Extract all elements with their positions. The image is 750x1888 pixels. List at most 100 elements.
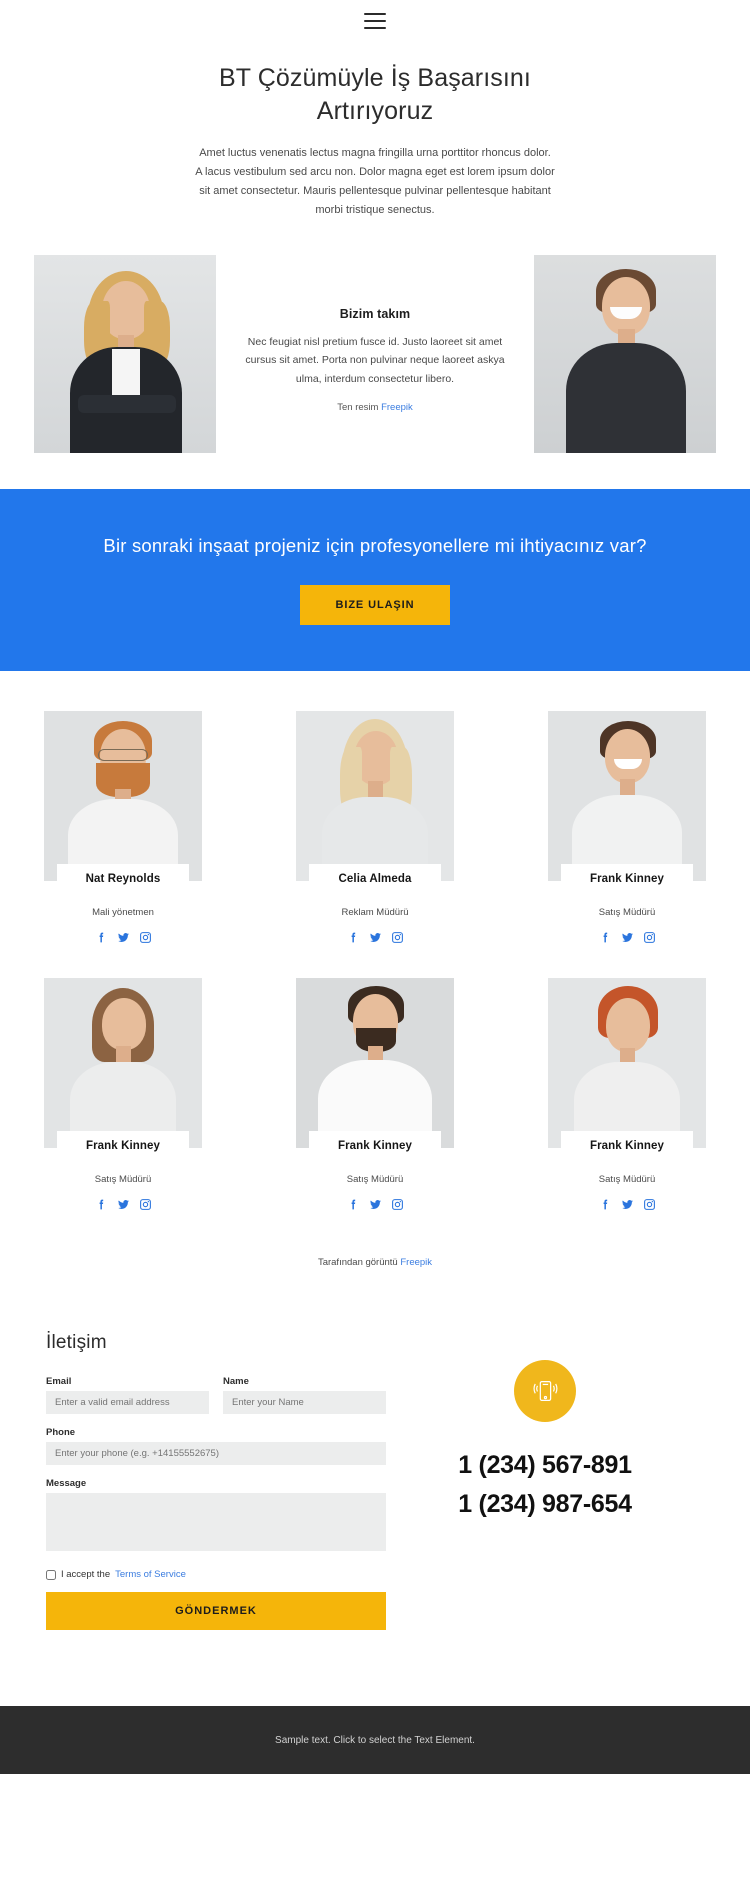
member-role: Mali yönetmen bbox=[92, 907, 154, 919]
member-role: Satış Müdürü bbox=[598, 1174, 656, 1186]
member-social-links bbox=[548, 1198, 706, 1211]
contact-us-button[interactable]: BIZE ULAŞIN bbox=[299, 585, 451, 626]
cta-heading: Bir sonraki inşaat projeniz için profesy… bbox=[103, 534, 647, 556]
facebook-icon[interactable] bbox=[95, 931, 108, 944]
twitter-icon[interactable] bbox=[369, 1198, 382, 1211]
member-photo-wrap: Frank Kinney bbox=[548, 978, 706, 1161]
team-credit-link[interactable]: Freepik bbox=[400, 1257, 432, 1268]
phone-field-group: Phone bbox=[46, 1427, 386, 1466]
intro-credit-link[interactable]: Freepik bbox=[381, 402, 413, 413]
member-portrait-photo bbox=[548, 711, 706, 882]
instagram-icon[interactable] bbox=[643, 931, 656, 944]
team-credit: Tarafından görüntü Freepik bbox=[44, 1223, 706, 1268]
team-member-card[interactable]: Frank Kinney Satış Müdürü bbox=[548, 711, 706, 944]
member-photo-wrap: Frank Kinney bbox=[548, 711, 706, 894]
member-name-plate: Nat Reynolds bbox=[57, 864, 189, 894]
facebook-icon[interactable] bbox=[347, 931, 360, 944]
member-role: Satış Müdürü bbox=[598, 907, 656, 919]
member-photo-wrap: Celia Almeda bbox=[296, 711, 454, 894]
cta-banner: Bir sonraki inşaat projeniz için profesy… bbox=[0, 488, 750, 672]
team-member-card[interactable]: Frank Kinney Satış Müdürü bbox=[548, 978, 706, 1211]
member-social-links bbox=[296, 1198, 454, 1211]
top-navigation-bar bbox=[0, 0, 750, 42]
email-label: Email bbox=[46, 1376, 72, 1388]
contact-field-row: Email Name bbox=[46, 1376, 386, 1427]
facebook-icon[interactable] bbox=[95, 1198, 108, 1211]
instagram-icon[interactable] bbox=[139, 931, 152, 944]
intro-heading: Bizim takım bbox=[339, 306, 411, 321]
member-social-links bbox=[44, 931, 202, 944]
page-title: BT Çözümüyle İş Başarısını Artırıyoruz bbox=[219, 64, 531, 125]
terms-of-service-link[interactable]: Terms of Service bbox=[115, 1569, 186, 1580]
team-member-card[interactable]: Nat Reynolds Mali yönetmen bbox=[44, 711, 202, 944]
member-role: Reklam Müdürü bbox=[341, 907, 409, 919]
member-photo-wrap: Frank Kinney bbox=[44, 978, 202, 1161]
phone-input[interactable] bbox=[46, 1442, 386, 1466]
member-social-links bbox=[296, 931, 454, 944]
member-social-links bbox=[548, 931, 706, 944]
contact-section: İletişim Email Name Phone Message bbox=[0, 1268, 750, 1631]
accept-terms-checkbox[interactable] bbox=[46, 1569, 56, 1580]
facebook-icon[interactable] bbox=[347, 1198, 360, 1211]
member-photo-wrap: Nat Reynolds bbox=[44, 711, 202, 894]
email-field-group: Email bbox=[46, 1376, 209, 1415]
phone-number-primary: 1 (234) 567-891 bbox=[458, 1451, 632, 1480]
name-input[interactable] bbox=[223, 1391, 386, 1415]
page-root: BT Çözümüyle İş Başarısını Artırıyoruz A… bbox=[0, 0, 750, 1888]
submit-button[interactable]: GÖNDERMEK bbox=[46, 1592, 386, 1631]
member-portrait-photo bbox=[44, 978, 202, 1149]
team-credit-prefix: Tarafından görüntü bbox=[317, 1257, 401, 1269]
member-portrait-photo bbox=[296, 978, 454, 1149]
contact-form: İletişim Email Name Phone Message bbox=[46, 1332, 386, 1631]
twitter-icon[interactable] bbox=[117, 931, 130, 944]
instagram-icon[interactable] bbox=[643, 1198, 656, 1211]
instagram-icon[interactable] bbox=[391, 931, 404, 944]
member-portrait-photo bbox=[296, 711, 454, 882]
member-name-plate: Frank Kinney bbox=[561, 864, 693, 894]
woman-portrait-photo bbox=[34, 254, 216, 453]
message-label: Message bbox=[46, 1478, 87, 1490]
phone-label: Phone bbox=[46, 1427, 76, 1439]
facebook-icon[interactable] bbox=[599, 931, 612, 944]
twitter-icon[interactable] bbox=[621, 1198, 634, 1211]
team-row-1: Nat Reynolds Mali yönetmen Celia Almeda … bbox=[44, 711, 706, 944]
instagram-icon[interactable] bbox=[139, 1198, 152, 1211]
twitter-icon[interactable] bbox=[621, 931, 634, 944]
contact-title: İletişim bbox=[46, 1332, 107, 1354]
team-member-card[interactable]: Celia Almeda Reklam Müdürü bbox=[296, 711, 454, 944]
instagram-icon[interactable] bbox=[391, 1198, 404, 1211]
member-name: Frank Kinney bbox=[589, 873, 665, 886]
intro-credit: Ten resim Freepik bbox=[238, 402, 512, 413]
team-member-card[interactable]: Frank Kinney Satış Müdürü bbox=[296, 978, 454, 1211]
twitter-icon[interactable] bbox=[117, 1198, 130, 1211]
member-portrait-photo bbox=[548, 978, 706, 1149]
intro-photo-left bbox=[34, 254, 216, 453]
email-input[interactable] bbox=[46, 1391, 209, 1415]
intro-text-column: Bizim takım Nec feugiat nisl pretium fus… bbox=[216, 255, 534, 413]
contact-info: 1 (234) 567-891 1 (234) 987-654 bbox=[386, 1332, 704, 1524]
hero-section: BT Çözümüyle İş Başarısını Artırıyoruz A… bbox=[0, 42, 750, 230]
intro-credit-prefix: Ten resim bbox=[337, 401, 382, 413]
member-photo-wrap: Frank Kinney bbox=[296, 978, 454, 1161]
facebook-icon[interactable] bbox=[599, 1198, 612, 1211]
hamburger-menu-icon[interactable] bbox=[364, 13, 386, 29]
mobile-phone-icon bbox=[514, 1360, 576, 1423]
message-textarea[interactable] bbox=[46, 1493, 386, 1552]
intro-photo-right bbox=[534, 254, 716, 453]
member-name-plate: Frank Kinney bbox=[309, 1131, 441, 1161]
member-portrait-photo bbox=[44, 711, 202, 882]
member-social-links bbox=[44, 1198, 202, 1211]
name-label: Name bbox=[223, 1376, 249, 1388]
hero-paragraph: Amet luctus venenatis lectus magna fring… bbox=[195, 147, 555, 216]
twitter-icon[interactable] bbox=[369, 931, 382, 944]
member-name-plate: Celia Almeda bbox=[309, 864, 441, 894]
team-member-card[interactable]: Frank Kinney Satış Müdürü bbox=[44, 978, 202, 1211]
team-intro-section: Bizim takım Nec feugiat nisl pretium fus… bbox=[0, 254, 750, 453]
name-field-group: Name bbox=[223, 1376, 386, 1415]
footer: Sample text. Click to select the Text El… bbox=[0, 1706, 750, 1775]
member-role: Satış Müdürü bbox=[94, 1174, 152, 1186]
member-name: Nat Reynolds bbox=[85, 873, 161, 886]
team-grid-section: Nat Reynolds Mali yönetmen Celia Almeda … bbox=[0, 671, 750, 1268]
member-name: Frank Kinney bbox=[337, 1140, 413, 1153]
member-name-plate: Frank Kinney bbox=[57, 1131, 189, 1161]
